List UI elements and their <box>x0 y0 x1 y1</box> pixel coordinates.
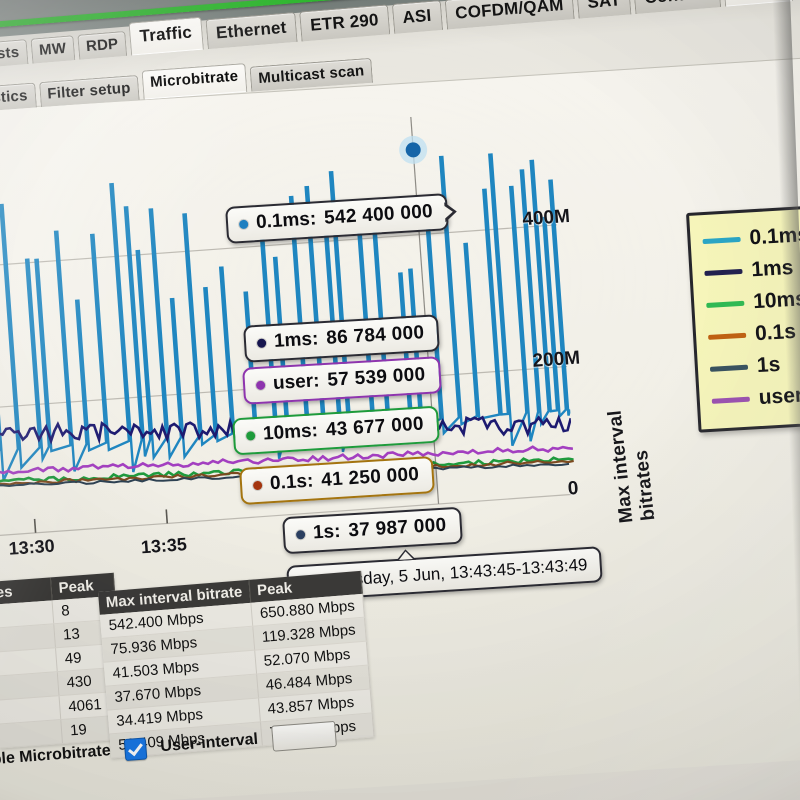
tab-label: Traffic <box>138 22 193 46</box>
legend-label: 1ms <box>750 255 795 282</box>
series-dot-0-1s <box>252 480 263 490</box>
tab-label: icasts <box>0 43 20 65</box>
tab-label: SAT <box>586 0 622 12</box>
tab-label: ASI <box>401 5 433 28</box>
y-tick-0: 0 <box>567 477 580 500</box>
user-interval-input[interactable] <box>271 720 337 752</box>
tab-sat[interactable]: SAT <box>576 0 632 19</box>
tooltip-value: 41 250 000 <box>320 463 420 491</box>
tooltip-key: 1ms: <box>273 328 319 352</box>
tab-label: ETR 290 <box>309 10 380 35</box>
tab-cofdm-qam[interactable]: COFDM/QAM <box>444 0 575 30</box>
x-tick-1330: 13:30 <box>7 535 56 559</box>
tooltip-value: 57 539 000 <box>326 364 426 391</box>
tooltip-pointer <box>395 548 417 562</box>
tab-label: Ethernet <box>215 17 288 43</box>
tooltip-value: 37 987 000 <box>347 514 447 542</box>
tab-label: MW <box>38 39 67 60</box>
legend-label: 10ms <box>752 287 800 314</box>
analyzer-screen-photo: icasts MW RDP Traffic Ethernet ETR 290 A… <box>0 0 800 800</box>
tab-asi[interactable]: ASI <box>391 0 443 34</box>
tab-rdp[interactable]: RDP <box>77 30 128 60</box>
tooltip-key: 0.1ms: <box>255 208 317 234</box>
legend-swatch <box>709 364 749 372</box>
y-tick-200M: 200M <box>531 347 581 372</box>
legend-swatch <box>702 236 741 244</box>
series-dot-1s <box>295 529 306 540</box>
user-interval-checkbox[interactable] <box>123 737 148 762</box>
x-tick-1335: 13:35 <box>140 534 188 558</box>
legend-label: 1s <box>756 352 781 378</box>
tab-label: Multicast scan <box>257 62 365 88</box>
tooltip-key: 0.1s: <box>269 470 314 495</box>
tab-ethernet[interactable]: Ethernet <box>204 11 298 50</box>
legend-swatch <box>708 332 747 340</box>
tab-label: RDP <box>85 35 119 56</box>
tab-label: tatistics <box>0 87 29 109</box>
series-dot-0-1ms <box>238 219 249 229</box>
tab-icasts[interactable]: icasts <box>0 39 29 69</box>
series-dot-10ms <box>245 430 256 441</box>
legend-item-1ms[interactable]: 1ms <box>704 249 800 289</box>
legend-label: user <box>758 383 800 410</box>
tab-label: Content <box>644 0 711 7</box>
y-tick-400M: 400M <box>521 205 571 231</box>
tab-label: Filter setup <box>46 79 132 103</box>
tab-mw[interactable]: MW <box>30 35 76 64</box>
legend-item-user[interactable]: user <box>711 377 800 417</box>
series-dot-user <box>255 380 266 390</box>
legend-swatch <box>704 268 743 276</box>
tab-traffic[interactable]: Traffic <box>128 16 204 56</box>
series-dot-1ms <box>256 337 267 348</box>
tooltip-key: 1s: <box>312 520 342 544</box>
chart-xticks <box>33 509 169 533</box>
legend-swatch <box>711 396 750 404</box>
tab-setup[interactable]: Setup <box>722 0 794 7</box>
legend-item-0-1s[interactable]: 0.1s <box>707 313 800 353</box>
tooltip-key: 10ms: <box>262 420 319 445</box>
tooltip-value: 542 400 000 <box>323 200 434 229</box>
legend-label: 0.1s <box>754 319 797 346</box>
legend-label: 0.1ms <box>748 222 800 250</box>
tooltip-value: 43 677 000 <box>325 413 425 441</box>
legend-swatch <box>706 300 745 308</box>
tooltip-value: 86 784 000 <box>325 322 425 349</box>
legend-item-0-1ms[interactable]: 0.1ms <box>702 218 800 258</box>
legend-item-10ms[interactable]: 10ms <box>705 281 800 321</box>
tab-label: COFDM/QAM <box>454 0 565 23</box>
legend-item-1s[interactable]: 1s <box>709 345 800 385</box>
chart-legend: 0.1ms 1ms 10ms 0.1s 1s user <box>686 203 800 433</box>
user-interval-label: User-interval <box>159 730 259 756</box>
tooltip-pointer <box>444 200 458 222</box>
tab-content[interactable]: Content <box>633 0 722 15</box>
tooltip-key: user: <box>272 370 321 395</box>
tab-label: Microbitrate <box>149 67 239 92</box>
tab-etr-290[interactable]: ETR 290 <box>299 4 390 42</box>
